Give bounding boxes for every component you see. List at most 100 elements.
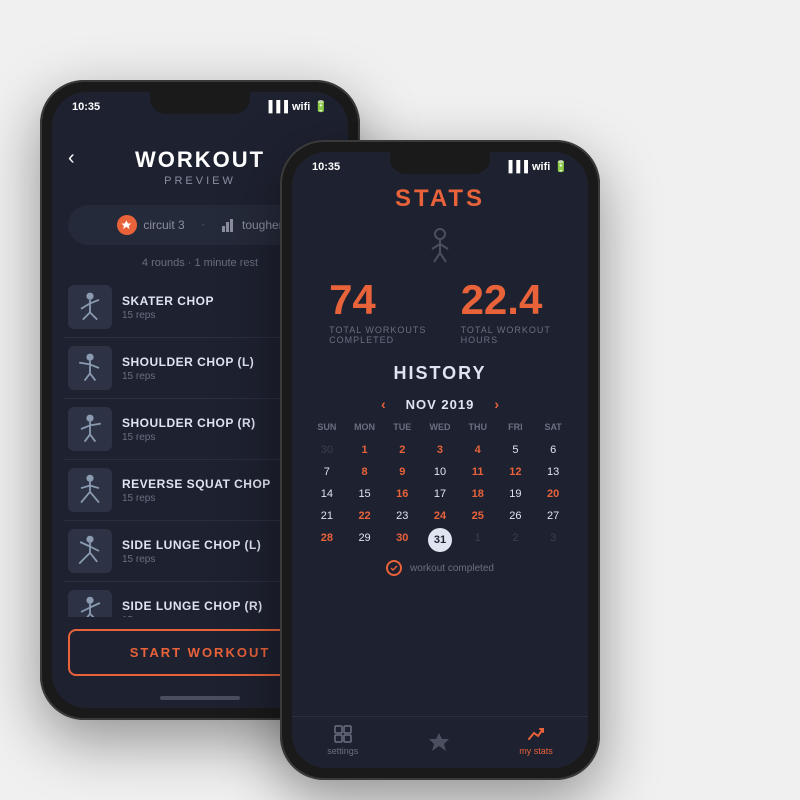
cal-cell[interactable]: 1: [346, 440, 384, 460]
cal-cell[interactable]: 6: [534, 440, 572, 460]
nav-settings[interactable]: settings: [327, 725, 358, 756]
exercise-figure-2: [72, 350, 108, 386]
calendar-nav: ‹ NOV 2019 ›: [292, 390, 588, 418]
cal-cell[interactable]: 1: [459, 528, 497, 552]
signal-icon: ▐▐▐: [265, 101, 288, 113]
cal-cell[interactable]: 22: [346, 506, 384, 526]
cal-cell[interactable]: 30: [308, 440, 346, 460]
person-icon: [292, 219, 588, 271]
cal-cell[interactable]: 30: [383, 528, 421, 552]
cal-cell[interactable]: 2: [383, 440, 421, 460]
day-thu: THU: [459, 418, 497, 436]
battery-icon-2: 🔋: [554, 160, 568, 173]
cal-cell[interactable]: 8: [346, 462, 384, 482]
back-button[interactable]: ‹: [68, 147, 75, 170]
workout-legend: workout completed: [292, 552, 588, 584]
wifi-icon: wifi: [292, 101, 310, 113]
difficulty-badge: tougher: [222, 218, 283, 232]
battery-icon: 🔋: [314, 100, 328, 113]
phone-stats: 10:35 ▐▐▐ wifi 🔋 STATS: [280, 140, 600, 780]
next-month-button[interactable]: ›: [494, 396, 499, 412]
bottom-nav: settings my stats: [292, 716, 588, 768]
calendar: SUN MON TUE WED THU FRI SAT 301234567891…: [292, 418, 588, 552]
cal-cell[interactable]: 4: [459, 440, 497, 460]
cal-cell[interactable]: 29: [346, 528, 384, 552]
cal-cell[interactable]: 21: [308, 506, 346, 526]
scene: 10:35 ▐▐▐ wifi 🔋 ‹ WORKOUT PREVIEW: [20, 20, 780, 780]
my-stats-label: my stats: [519, 746, 553, 756]
cal-cell[interactable]: 25: [459, 506, 497, 526]
cal-cell[interactable]: 24: [421, 506, 459, 526]
cal-cell[interactable]: 5: [497, 440, 535, 460]
cal-cell[interactable]: 11: [459, 462, 497, 482]
cal-cell[interactable]: 27: [534, 506, 572, 526]
cal-cell[interactable]: 12: [497, 462, 535, 482]
exercise-thumb-5: [68, 529, 112, 573]
status-time-2: 10:35: [312, 161, 340, 173]
day-sun: SUN: [308, 418, 346, 436]
cal-cell[interactable]: 19: [497, 484, 535, 504]
cal-cell[interactable]: 2: [497, 528, 535, 552]
cal-cell[interactable]: 17: [421, 484, 459, 504]
exercise-figure-3: [72, 411, 108, 447]
prev-month-button[interactable]: ‹: [381, 396, 386, 412]
exercise-thumb-3: [68, 407, 112, 451]
calendar-header: SUN MON TUE WED THU FRI SAT: [308, 418, 572, 436]
circuit-icon: [117, 215, 137, 235]
settings-label: settings: [327, 746, 358, 756]
cal-cell[interactable]: 28: [308, 528, 346, 552]
wifi-icon-2: wifi: [532, 161, 550, 173]
divider: ·: [201, 216, 206, 234]
stats-numbers: 74 TOTAL WORKOUTSCOMPLETED 22.4 TOTAL WO…: [292, 271, 588, 357]
cal-cell[interactable]: 20: [534, 484, 572, 504]
hours-number: 22.4: [461, 279, 551, 321]
circuit-badge: circuit 3: [117, 215, 184, 235]
notch-2: [390, 152, 490, 174]
cal-cell[interactable]: 14: [308, 484, 346, 504]
cal-cell[interactable]: 10: [421, 462, 459, 482]
history-title: HISTORY: [292, 357, 588, 390]
stats-title: STATS: [292, 177, 588, 219]
exercise-figure-4: [72, 472, 108, 508]
exercise-figure-5: [72, 533, 108, 569]
exercise-thumb-4: [68, 468, 112, 512]
workout-icon: [429, 731, 449, 751]
stats-icon: [527, 725, 545, 743]
stat-workouts: 74 TOTAL WORKOUTSCOMPLETED: [329, 279, 426, 345]
cal-cell[interactable]: 18: [459, 484, 497, 504]
calendar-grid: 3012345678910111213141516171819202122232…: [308, 440, 572, 552]
day-wed: WED: [421, 418, 459, 436]
check-circle-icon: [386, 560, 402, 576]
cal-cell[interactable]: 13: [534, 462, 572, 482]
person-figure: [420, 225, 460, 265]
cal-cell[interactable]: 31: [428, 528, 452, 552]
notch: [150, 92, 250, 114]
workouts-label: TOTAL WORKOUTSCOMPLETED: [329, 325, 426, 345]
chart-icon: [222, 218, 236, 232]
calendar-month: NOV 2019: [406, 397, 475, 412]
cal-cell[interactable]: 3: [421, 440, 459, 460]
exercise-thumb-6: [68, 590, 112, 617]
cal-cell[interactable]: 16: [383, 484, 421, 504]
circuit-label: circuit 3: [143, 218, 184, 232]
settings-icon: [334, 725, 352, 743]
cal-cell[interactable]: 9: [383, 462, 421, 482]
cal-cell[interactable]: 23: [383, 506, 421, 526]
cal-cell[interactable]: 15: [346, 484, 384, 504]
exercise-figure-1: [72, 289, 108, 325]
exercise-thumb-2: [68, 346, 112, 390]
day-mon: MON: [346, 418, 384, 436]
day-sat: SAT: [534, 418, 572, 436]
cal-cell[interactable]: 3: [534, 528, 572, 552]
nav-workout[interactable]: [429, 731, 449, 751]
status-time-1: 10:35: [72, 101, 100, 113]
cal-cell[interactable]: 26: [497, 506, 535, 526]
difficulty-label: tougher: [242, 218, 283, 232]
legend-label: workout completed: [410, 563, 494, 574]
exercise-thumb-1: [68, 285, 112, 329]
day-tue: TUE: [383, 418, 421, 436]
day-fri: FRI: [497, 418, 535, 436]
nav-my-stats[interactable]: my stats: [519, 725, 553, 756]
cal-cell[interactable]: 7: [308, 462, 346, 482]
workouts-number: 74: [329, 279, 426, 321]
